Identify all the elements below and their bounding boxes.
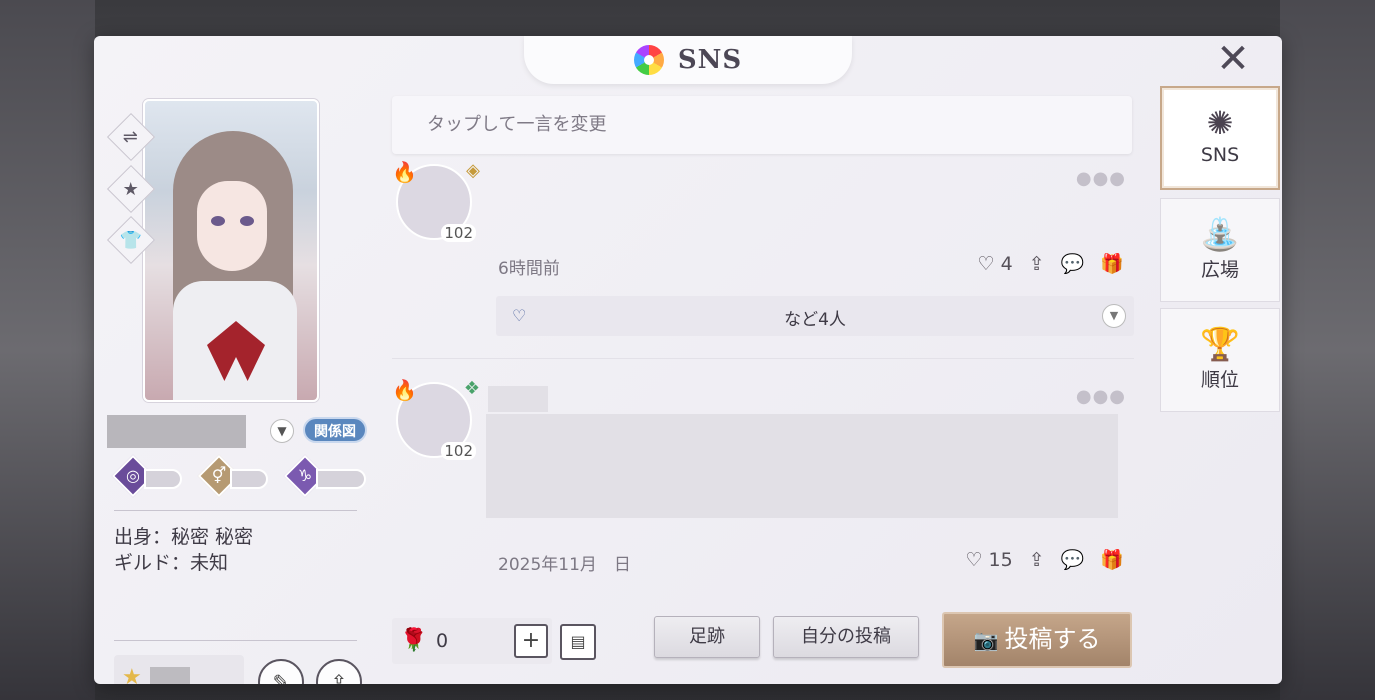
name-dropdown-button[interactable]: ▼ <box>270 419 294 443</box>
more-options-icon[interactable]: ●●● <box>1076 168 1126 189</box>
tab-plaza[interactable]: ⛲ 広場 <box>1160 198 1280 302</box>
post-content-redacted <box>486 414 1118 518</box>
edit-signature-button[interactable]: ✎ <box>258 659 304 684</box>
share-icon[interactable]: ⇪ <box>1029 253 1045 275</box>
share-icon[interactable]: ⇪ <box>1029 549 1045 571</box>
page-title: SNS <box>677 45 743 75</box>
note-icon: ▤ <box>570 632 586 651</box>
comment-icon[interactable]: 💬 <box>1061 252 1085 275</box>
chevron-down-icon[interactable]: ▼ <box>1102 304 1126 328</box>
create-post-button[interactable]: 📷 投稿する <box>942 612 1132 668</box>
post-feed: タップして一言を変更 🔥 ◈ 102 ●●● 6時間前 ♡ 4 ⇪ 💬 🎁 ♡ … <box>392 96 1134 602</box>
add-rose-button[interactable]: + <box>514 624 548 658</box>
rose-count: 0 <box>436 630 449 652</box>
like-button[interactable]: ♡ 4 <box>978 253 1013 275</box>
comment-icon[interactable]: 💬 <box>1061 548 1085 571</box>
heart-icon: ♡ <box>965 548 983 571</box>
rose-counter: 🌹 0 + <box>392 618 552 664</box>
flame-icon: 🔥 <box>392 160 417 184</box>
divider <box>114 640 357 641</box>
close-button[interactable]: ✕ <box>1216 39 1250 79</box>
likes-summary-row[interactable]: ♡ など4人 ▼ <box>496 296 1134 336</box>
favorite-count-redacted <box>150 667 190 684</box>
tab-sns[interactable]: ✺ SNS <box>1160 86 1280 190</box>
post-item: 🔥 ❖ 102 ●●● 2025年11月 日 ♡ 15 ⇪ 💬 🎁 <box>392 378 1134 602</box>
sns-panel: SNS ✕ ⇌ ★ 👕 ▼ 関係図 ◎ ⚥ ♑ 出身：秘密 秘密 ギルド：未知 … <box>94 36 1282 684</box>
post-timestamp: 6時間前 <box>498 259 560 279</box>
avatar[interactable]: 🔥 ❖ 102 <box>392 378 480 460</box>
title-tab: SNS <box>524 36 852 84</box>
level-badge: 102 <box>441 224 476 242</box>
tab-label: SNS <box>1200 144 1240 166</box>
guild-text: ギルド：未知 <box>114 552 229 574</box>
more-options-icon[interactable]: ●●● <box>1076 386 1126 407</box>
badge-icon: ❖ <box>463 378 480 399</box>
post-timestamp: 2025年11月 日 <box>498 555 631 575</box>
tab-label: 広場 <box>1200 259 1239 281</box>
camera-icon: 📷 <box>973 628 999 652</box>
share-icon: ⇪ <box>330 670 348 684</box>
relationship-chart-button[interactable]: 関係図 <box>303 417 367 443</box>
pen-icon: ✎ <box>272 670 290 684</box>
star-icon: ★ <box>122 665 142 684</box>
footprint-button[interactable]: 足跡 <box>654 616 760 658</box>
swap-icon: ⇌ <box>123 126 139 148</box>
portrait-eye-left <box>211 216 225 226</box>
badge-icon: ◈ <box>466 160 480 181</box>
flame-icon: 🔥 <box>392 378 417 402</box>
stat-bar <box>230 469 268 489</box>
stat-bar <box>144 469 182 489</box>
trophy-icon: 🏆 <box>1200 325 1240 363</box>
username-redacted <box>488 386 548 412</box>
favorites-box[interactable]: ★ <box>114 655 244 684</box>
status-message-input[interactable]: タップして一言を変更 <box>392 96 1132 154</box>
gift-icon[interactable]: 🎁 <box>1100 548 1124 571</box>
tab-ranking[interactable]: 🏆 順位 <box>1160 308 1280 412</box>
bottom-toolbar: 🌹 0 + ▤ 足跡 自分の投稿 📷 投稿する <box>392 612 1132 676</box>
heart-icon: ♡ <box>977 252 995 275</box>
create-post-label: 投稿する <box>1004 625 1101 653</box>
gift-icon[interactable]: 🎁 <box>1100 252 1124 275</box>
tab-label: 順位 <box>1200 369 1239 391</box>
character-portrait[interactable] <box>143 99 319 402</box>
origin-text: 出身：秘密 秘密 <box>114 526 254 548</box>
post-actions: ♡ 15 ⇪ 💬 🎁 <box>965 548 1124 572</box>
divider <box>114 510 357 511</box>
profile-column: ⇌ ★ 👕 ▼ 関係図 ◎ ⚥ ♑ 出身：秘密 秘密 ギルド：未知 ★ ✎ ⇪ <box>94 84 378 684</box>
rose-icon: 🌹 <box>400 628 428 653</box>
sns-icon: ✺ <box>1206 104 1234 142</box>
player-name-redacted <box>107 415 246 448</box>
portrait-face <box>197 181 267 271</box>
fountain-icon: ⛲ <box>1200 215 1240 253</box>
background-left <box>0 0 95 700</box>
post-item: 🔥 ◈ 102 ●●● 6時間前 ♡ 4 ⇪ 💬 🎁 ♡ など4人 ▼ <box>392 160 1134 354</box>
memo-button[interactable]: ▤ <box>560 624 596 660</box>
likes-summary-text: など4人 <box>784 310 846 330</box>
stat-bar <box>316 469 366 489</box>
portrait-eye-right <box>240 216 254 226</box>
star-icon: ★ <box>122 178 140 200</box>
my-posts-button[interactable]: 自分の投稿 <box>773 616 919 658</box>
like-count: 15 <box>988 548 1013 571</box>
like-count: 4 <box>1000 252 1013 275</box>
sns-app-icon <box>633 45 664 75</box>
background-right <box>1280 0 1375 700</box>
like-button[interactable]: ♡ 15 <box>965 549 1012 571</box>
share-profile-button[interactable]: ⇪ <box>316 659 362 684</box>
level-badge: 102 <box>441 442 476 460</box>
shirt-icon: 👕 <box>119 229 143 251</box>
avatar[interactable]: 🔥 ◈ 102 <box>392 160 480 242</box>
divider <box>392 358 1134 359</box>
post-actions: ♡ 4 ⇪ 💬 🎁 <box>978 252 1124 276</box>
